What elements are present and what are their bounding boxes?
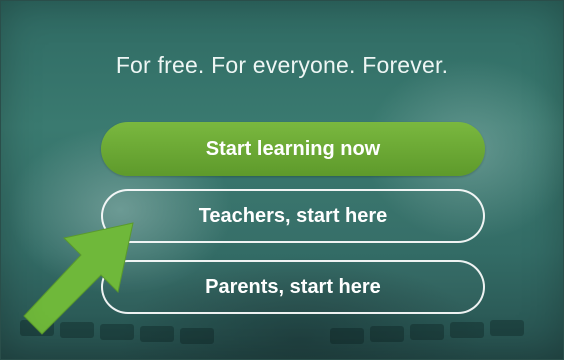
teachers-start-button[interactable]: Teachers, start here (101, 189, 485, 243)
hero-section: For free. For everyone. Forever. Start l… (0, 0, 564, 360)
tagline: For free. For everyone. Forever. (115, 52, 449, 78)
start-learning-button[interactable]: Start learning now (101, 122, 485, 176)
parents-start-button[interactable]: Parents, start here (101, 260, 485, 314)
